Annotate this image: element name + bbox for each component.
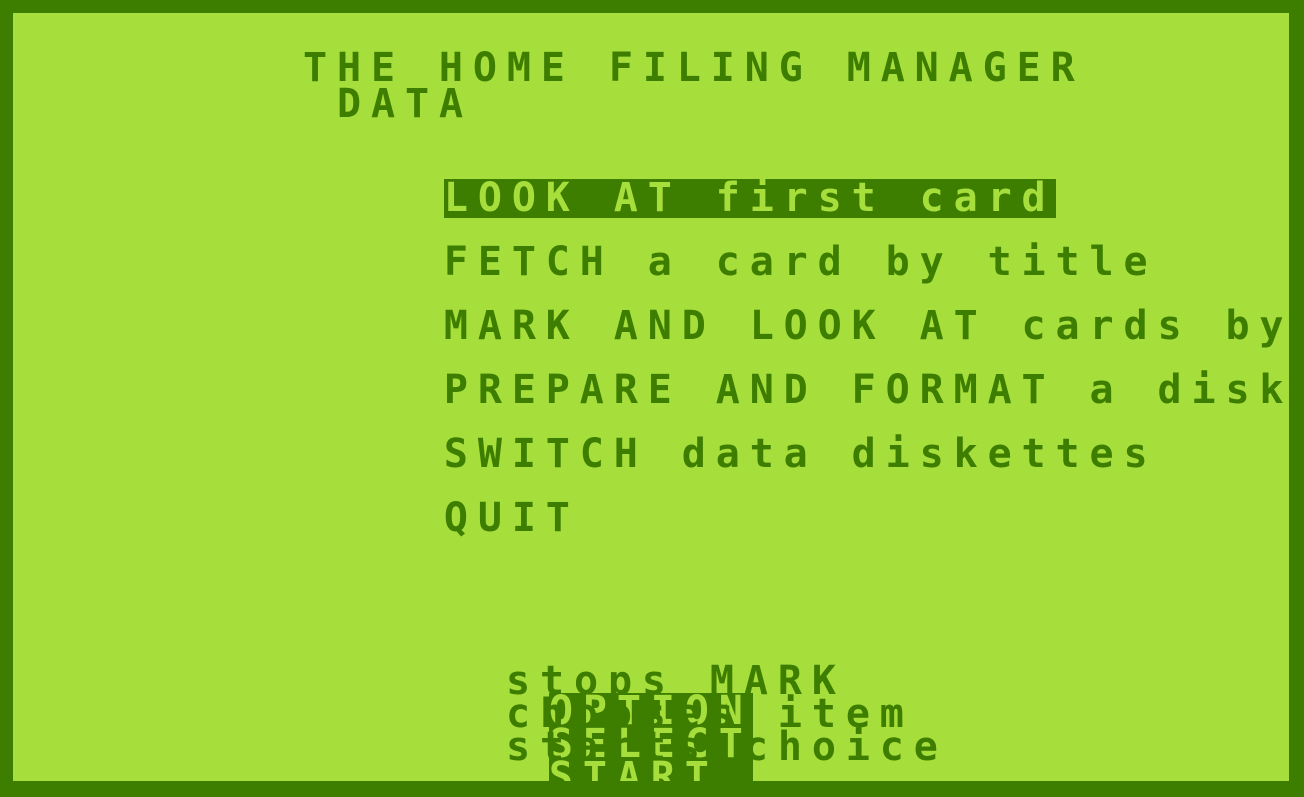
legend-row-start: START starts choice	[277, 727, 938, 781]
page-title-line-2: DATA	[337, 81, 473, 127]
console-key-legend: OPTION stops MARK SELECT chooses item ST…	[277, 661, 938, 781]
menu-item-label: QUIT	[443, 495, 580, 541]
atari-screen: THE HOME FILING MANAGER DATA LOOK AT fir…	[0, 0, 1304, 797]
menu-item-look-at-first-card[interactable]: LOOK AT first card	[172, 149, 1289, 218]
page-title-line-1: THE HOME FILING MANAGER	[303, 45, 1085, 91]
main-menu: LOOK AT first card FETCH a card by title…	[172, 149, 1289, 538]
menu-item-fetch-card-by-title[interactable]: FETCH a card by title	[172, 213, 1289, 282]
menu-item-switch-data-diskettes[interactable]: SWITCH data diskettes	[172, 405, 1289, 474]
screen-canvas: THE HOME FILING MANAGER DATA LOOK AT fir…	[13, 13, 1289, 781]
menu-item-quit[interactable]: QUIT	[172, 469, 1289, 538]
menu-item-mark-and-look-at-cards-by-phrase[interactable]: MARK AND LOOK AT cards by phrase	[172, 277, 1289, 346]
menu-item-prepare-and-format-diskette[interactable]: PREPARE AND FORMAT a diskette	[172, 341, 1289, 410]
start-key-description: starts choice	[506, 724, 948, 770]
